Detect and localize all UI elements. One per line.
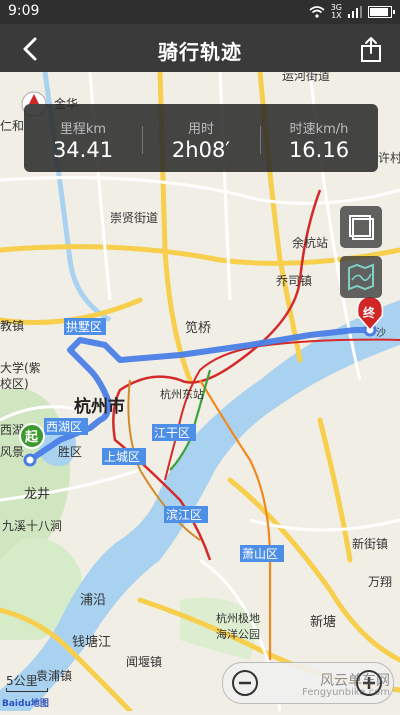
map-label-binjiang: 滨江区 — [166, 507, 202, 522]
map-label-xuxiang: 许村 — [378, 151, 400, 165]
share-icon[interactable] — [356, 34, 386, 64]
map-label-wenyan: 闻堰镇 — [126, 655, 162, 669]
map-label-longjing: 龙井 — [24, 487, 50, 502]
page-title: 骑行轨迹 — [158, 40, 242, 64]
network-type: 3G 1X — [330, 3, 342, 20]
stat-duration: 用时 2h08′ — [142, 104, 260, 172]
map-label-xiaoshan: 萧山区 — [242, 547, 278, 561]
map-label-jiaozhen: 教镇 — [0, 318, 24, 333]
map-label-yunhe: 运河街道 — [282, 72, 330, 83]
map-label-yuhang-station: 余杭站 — [292, 235, 328, 250]
zoom-out-icon[interactable] — [229, 667, 261, 699]
map-label-jidi2: 海洋公园 — [216, 627, 260, 641]
map-label-chongxian: 崇贤街道 — [110, 211, 158, 225]
status-time: 9:09 — [8, 3, 40, 19]
stat-speed: 时速km/h 16.16 — [260, 104, 378, 172]
map-label-xiaoqu: 校区) — [0, 376, 29, 391]
layers-icon — [349, 215, 374, 240]
map-label-shengqu: 胜区 — [58, 444, 82, 459]
map-label-fengjing: 风景 — [0, 445, 24, 459]
svg-text:起: 起 — [24, 429, 39, 445]
stat-speed-label: 时速km/h — [289, 122, 349, 137]
stat-distance-label: 里程km — [59, 122, 107, 137]
stat-distance: 里程km 34.41 — [24, 104, 142, 172]
map-label-gongshu: 拱墅区 — [66, 320, 102, 334]
svg-text:终: 终 — [363, 305, 376, 320]
map-label-xinjie: 新街镇 — [352, 536, 388, 551]
map-icon — [348, 263, 374, 291]
map-label-jidi1: 杭州极地 — [216, 611, 260, 625]
map-label-xihu-district: 西湖区 — [46, 419, 82, 434]
map-scale-label: 5公里 — [6, 674, 38, 688]
baidu-logo: Baidu地图 — [2, 699, 49, 709]
map-label-shangcheng: 上城区 — [104, 450, 140, 464]
map-label-daxue: 大学(紫 — [0, 360, 41, 375]
status-bar: 9:09 3G 1X — [0, 0, 400, 24]
map-label-xintang: 新塘 — [310, 614, 336, 630]
stat-duration-value: 2h08′ — [171, 138, 231, 162]
battery-icon — [368, 6, 395, 18]
map-label-jiuxi: 九溪十八涧 — [2, 519, 62, 533]
app-header: 骑行轨迹 — [0, 24, 400, 72]
map-label-hangzhou-east: 杭州东站 — [160, 387, 204, 401]
map-label-qiantangjiang: 钱塘江 — [72, 634, 111, 650]
map-label-jianggan: 江干区 — [154, 426, 190, 440]
map-label-wanxiang: 万翔 — [368, 575, 392, 589]
map-label-hangzhou: 杭州市 — [74, 396, 125, 417]
map-label-bianqiao: 笕桥 — [185, 320, 211, 336]
map-label-qiaosi: 乔司镇 — [276, 274, 312, 288]
map-mode-button[interactable] — [340, 256, 382, 298]
signal-icon — [348, 6, 362, 18]
layers-button[interactable] — [340, 206, 382, 248]
map-label-puyan: 浦沿 — [80, 593, 106, 608]
stat-distance-value: 34.41 — [52, 138, 114, 162]
stat-speed-value: 16.16 — [288, 138, 350, 162]
ride-stats-panel: 里程km 34.41 用时 2h08′ 时速km/h 16.16 — [24, 104, 378, 172]
watermark-url: Fengyunbike.com — [302, 687, 390, 698]
stat-duration-label: 用时 — [187, 122, 214, 137]
map-label-yuanpu: 袁浦镇 — [36, 669, 72, 683]
map-scale-bar — [6, 688, 48, 692]
wifi-icon — [309, 6, 325, 18]
map-label-renhe: 仁和 — [0, 119, 24, 133]
map-label-sha: 沙 — [376, 327, 386, 339]
